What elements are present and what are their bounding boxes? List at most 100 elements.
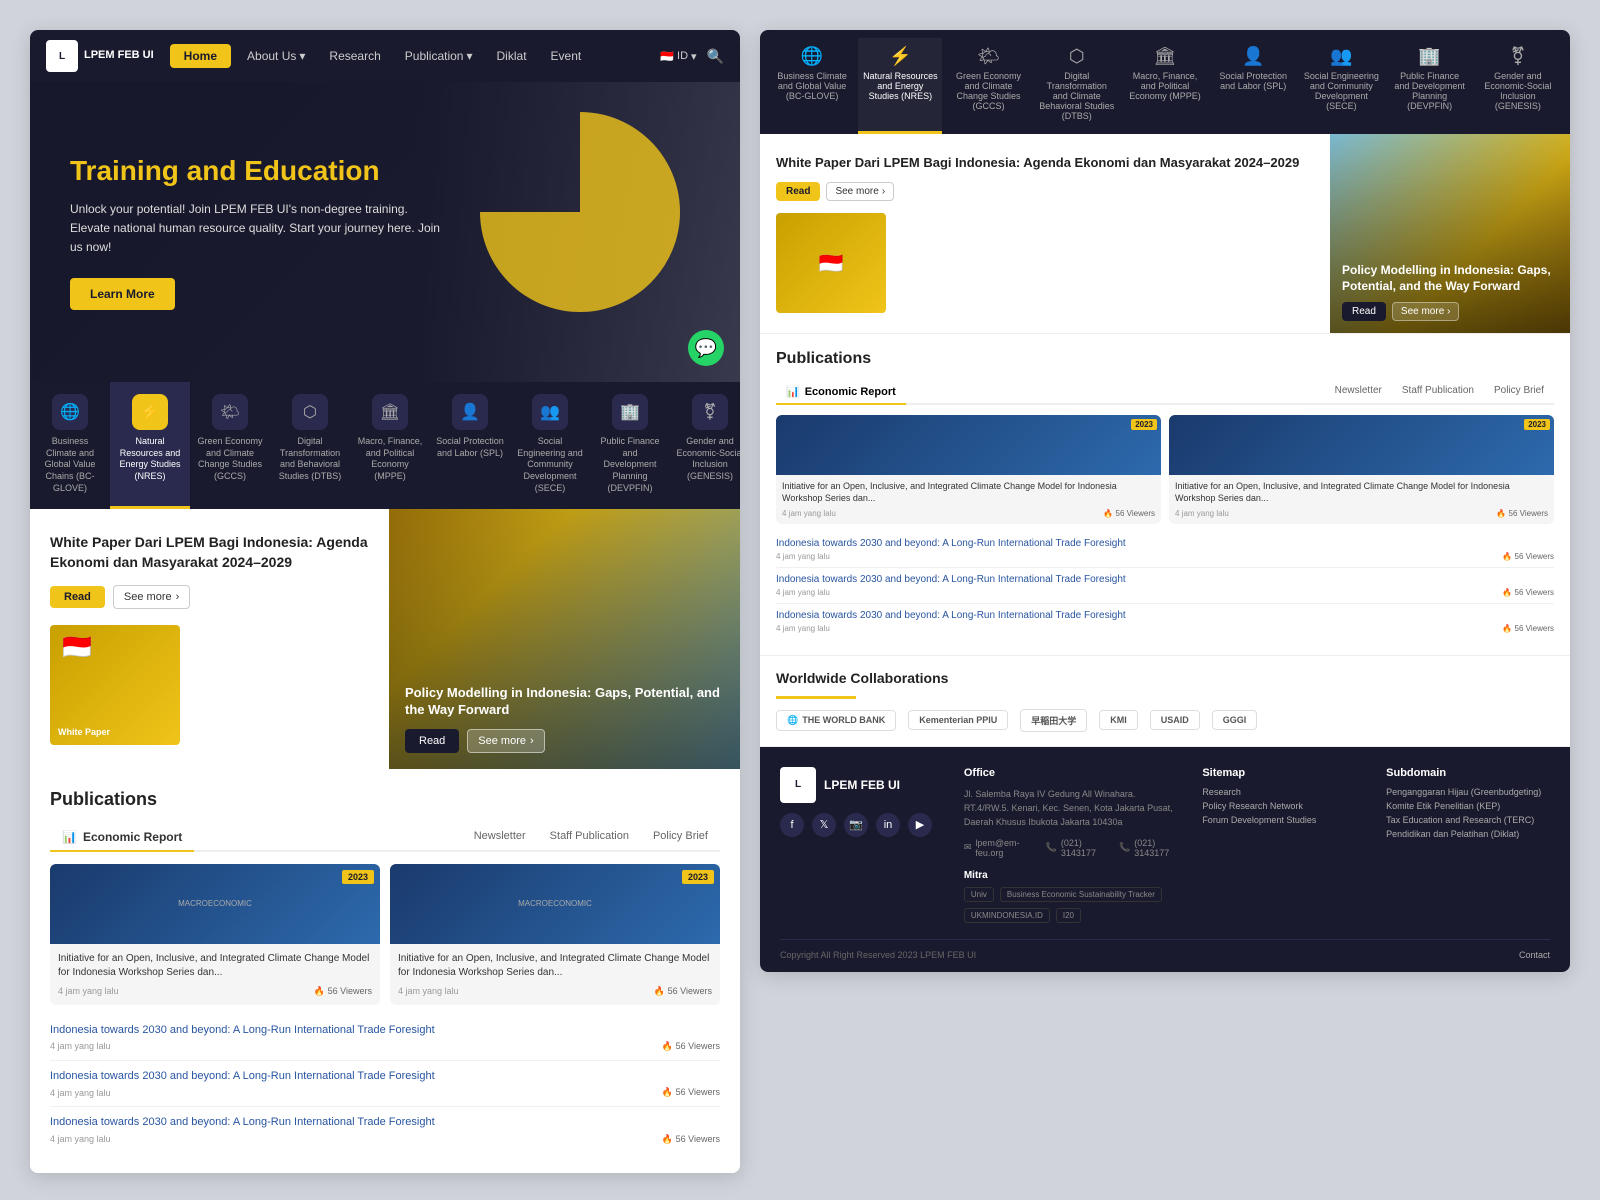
right-nav-mppe[interactable]: 🏛 Macro, Finance, and Political Economy … [1123, 38, 1207, 134]
collab-world-bank[interactable]: 🌐 THE WORLD BANK [776, 710, 896, 731]
wp-see-more-button[interactable]: See more › [113, 585, 190, 609]
category-genesis[interactable]: ⚧ Gender and Economic-Social Inclusion (… [670, 382, 740, 509]
nres-icon: ⚡ [132, 394, 168, 430]
right-pub-card-2-badge: 2023 [1524, 419, 1550, 430]
right-pub-list-item-2[interactable]: Indonesia towards 2030 and beyond: A Lon… [776, 568, 1554, 604]
category-spl[interactable]: 👤 Social Protection and Labor (SPL) [430, 382, 510, 509]
collab-gggi[interactable]: GGGI [1212, 710, 1258, 730]
category-mppe[interactable]: 🏛 Macro, Finance, and Political Economy … [350, 382, 430, 509]
right-pub-list-title-3: Indonesia towards 2030 and beyond: A Lon… [776, 610, 1554, 621]
pm-see-more-button[interactable]: See more › [467, 729, 544, 753]
right-pub-list-title-2: Indonesia towards 2030 and beyond: A Lon… [776, 574, 1554, 585]
footer-contact-link[interactable]: Contact [1519, 950, 1550, 960]
policy-brief-tab[interactable]: Policy Brief [641, 824, 720, 852]
policy-modelling-title: Policy Modelling in Indonesia: Gaps, Pot… [405, 685, 724, 719]
collab-logos: 🌐 THE WORLD BANK Kementerian PPIU 早稲田大学 … [776, 709, 1554, 732]
sitemap-policy-link[interactable]: Policy Research Network [1202, 801, 1366, 811]
subdomain-terc-link[interactable]: Tax Education and Research (TERC) [1386, 815, 1550, 825]
facebook-icon[interactable]: f [780, 813, 804, 837]
diklat-nav-link[interactable]: Diklat [489, 49, 535, 63]
learn-more-button[interactable]: Learn More [70, 278, 175, 310]
category-sece[interactable]: 👥 Social Engineering and Community Devel… [510, 382, 590, 509]
gccs-icon: 🌤 [212, 394, 248, 430]
right-staff-pub-tab[interactable]: Staff Publication [1392, 380, 1484, 405]
footer-address: Jl. Salemba Raya IV Gedung All Winahara.… [964, 787, 1182, 830]
collab-kmi[interactable]: KMI [1099, 710, 1138, 730]
mitra-logo-1[interactable]: Univ [964, 887, 994, 902]
footer-contact-row: ✉ lpem@em-feu.org 📞 (021) 3143177 📞 (021… [964, 838, 1182, 858]
right-wp-read-button[interactable]: Read [776, 182, 820, 201]
wp-title: White Paper Dari LPEM Bagi Indonesia: Ag… [50, 533, 369, 572]
right-nav-devpfin-icon: 🏢 [1392, 46, 1468, 67]
right-top-nav: 🌐 Business Climate and Global Value (BC-… [760, 30, 1570, 134]
right-economic-report-tab[interactable]: 📊 Economic Report [776, 380, 906, 405]
publication-nav-link[interactable]: Publication ▾ [397, 49, 481, 63]
collab-kementerian[interactable]: Kementerian PPIU [908, 710, 1008, 730]
right-panel: 🌐 Business Climate and Global Value (BC-… [760, 30, 1570, 972]
category-nres[interactable]: ⚡ Natural Resources and Energy Studies (… [110, 382, 190, 509]
home-nav-button[interactable]: Home [170, 44, 231, 68]
right-nav-gccs[interactable]: 🌤 Green Economy and Climate Change Studi… [946, 38, 1030, 134]
right-pub-card-2[interactable]: 2023 Initiative for an Open, Inclusive, … [1169, 415, 1554, 523]
right-newsletter-tab[interactable]: Newsletter [1325, 380, 1392, 405]
right-pm-read-button[interactable]: Read [1342, 302, 1386, 321]
collab-title-bar [776, 696, 856, 699]
subdomain-kep-link[interactable]: Komite Etik Penelitian (KEP) [1386, 801, 1550, 811]
about-nav-link[interactable]: About Us ▾ [239, 49, 313, 63]
event-nav-link[interactable]: Event [543, 49, 590, 63]
pub-list-time-1: 4 jam yang lalu [50, 1041, 111, 1051]
collab-usaid[interactable]: USAID [1150, 710, 1200, 730]
language-button[interactable]: 🇮🇩 ID ▾ [660, 50, 696, 63]
pub-card-2[interactable]: MACROECONOMIC 2023 Initiative for an Ope… [390, 864, 720, 1005]
staff-pub-tab[interactable]: Staff Publication [538, 824, 641, 852]
category-devpfin[interactable]: 🏢 Public Finance and Development Plannin… [590, 382, 670, 509]
right-nav-sece[interactable]: 👥 Social Engineering and Community Devel… [1299, 38, 1383, 134]
sitemap-research-link[interactable]: Research [1202, 787, 1366, 797]
arrow-icon: › [882, 186, 885, 197]
sitemap-forum-link[interactable]: Forum Development Studies [1202, 815, 1366, 825]
twitter-icon[interactable]: 𝕏 [812, 813, 836, 837]
search-icon[interactable]: 🔍 [707, 48, 724, 65]
right-nav-devpfin[interactable]: 🏢 Public Finance and Development Plannin… [1388, 38, 1472, 134]
right-nav-dtbs[interactable]: ⬡ Digital Transformation and Climate Beh… [1035, 38, 1119, 134]
pub-list-item-2[interactable]: Indonesia towards 2030 and beyond: A Lon… [50, 1061, 720, 1107]
subdomain-diklat-link[interactable]: Pendidikan dan Pelatihan (Diklat) [1386, 829, 1550, 839]
economic-report-tab[interactable]: 📊 Economic Report [50, 824, 194, 852]
pub-list-item-3[interactable]: Indonesia towards 2030 and beyond: A Lon… [50, 1107, 720, 1152]
pm-read-button[interactable]: Read [405, 729, 459, 753]
right-pub-list-item-1[interactable]: Indonesia towards 2030 and beyond: A Lon… [776, 532, 1554, 568]
mitra-logo-4[interactable]: I20 [1056, 908, 1081, 923]
linkedin-icon[interactable]: in [876, 813, 900, 837]
pub-list-item-1[interactable]: Indonesia towards 2030 and beyond: A Lon… [50, 1015, 720, 1061]
instagram-icon[interactable]: 📷 [844, 813, 868, 837]
whatsapp-button[interactable]: 💬 [688, 330, 724, 366]
pub-tabs-row: 📊 Economic Report Newsletter Staff Publi… [50, 824, 720, 852]
right-nav-nres[interactable]: ⚡ Natural Resources and Energy Studies (… [858, 38, 942, 134]
right-nav-genesis[interactable]: ⚧ Gender and Economic-Social Inclusion (… [1476, 38, 1560, 134]
mitra-logo-2[interactable]: Business Economic Sustainability Tracker [1000, 887, 1162, 902]
right-pm-see-more-button[interactable]: See more › [1392, 302, 1459, 321]
wp-right: Policy Modelling in Indonesia: Gaps, Pot… [389, 509, 740, 768]
mitra-logo-3[interactable]: UKMINDONESIA.ID [964, 908, 1050, 923]
hero-subtitle: Unlock your potential! Join LPEM FEB UI'… [70, 200, 450, 258]
collab-waseda[interactable]: 早稲田大学 [1020, 709, 1087, 732]
category-bc-glove[interactable]: 🌐 Business Climate and Global Value Chai… [30, 382, 110, 509]
footer-logo: L LPEM FEB UI [780, 767, 944, 803]
right-pub-card-1[interactable]: 2023 Initiative for an Open, Inclusive, … [776, 415, 1161, 523]
right-policy-brief-tab[interactable]: Policy Brief [1484, 380, 1554, 405]
research-nav-link[interactable]: Research [321, 49, 388, 63]
newsletter-tab[interactable]: Newsletter [462, 824, 538, 852]
wp-read-button[interactable]: Read [50, 586, 105, 608]
right-pub-cards: 2023 Initiative for an Open, Inclusive, … [776, 415, 1554, 523]
right-nav-bc-glove[interactable]: 🌐 Business Climate and Global Value (BC-… [770, 38, 854, 134]
youtube-icon[interactable]: ▶ [908, 813, 932, 837]
category-dtbs[interactable]: ⬡ Digital Transformation and Behavioral … [270, 382, 350, 509]
subdomain-greenbudget-link[interactable]: Penganggaran Hijau (Greenbudgeting) [1386, 787, 1550, 797]
pub-card-1[interactable]: MACROECONOMIC 2023 Initiative for an Ope… [50, 864, 380, 1005]
right-wp-see-more-button[interactable]: See more › [826, 182, 894, 201]
category-gccs[interactable]: 🌤 Green Economy and Climate Change Studi… [190, 382, 270, 509]
right-nav-spl[interactable]: 👤 Social Protection and Labor (SPL) [1211, 38, 1295, 134]
footer-subdomain: Subdomain Penganggaran Hijau (Greenbudge… [1386, 767, 1550, 923]
footer-phone2: 📞 (021) 3143177 [1119, 838, 1182, 858]
right-pub-list-item-3[interactable]: Indonesia towards 2030 and beyond: A Lon… [776, 604, 1554, 639]
